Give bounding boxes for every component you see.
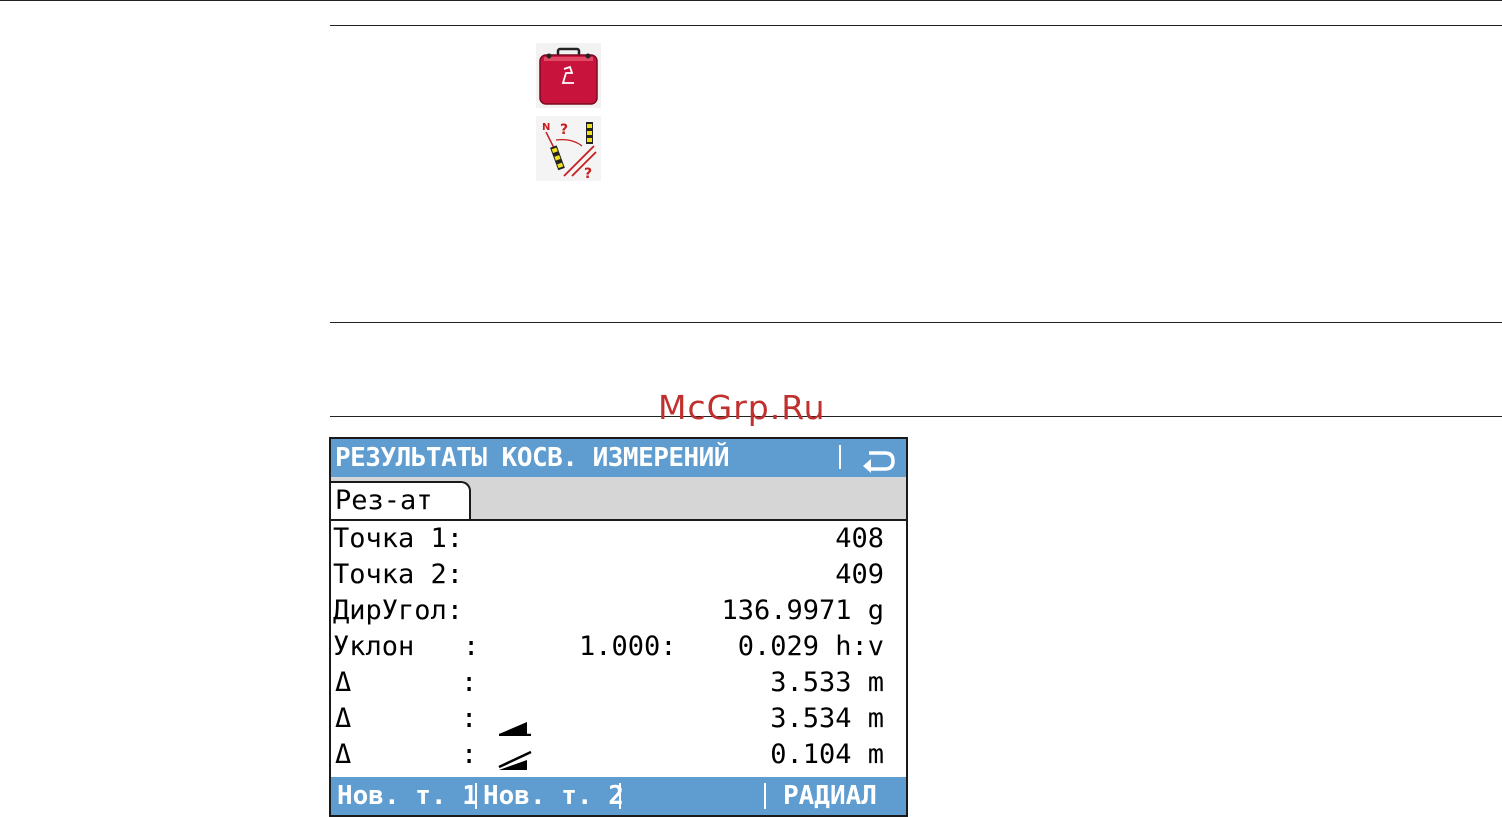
- tab-results[interactable]: Рез-ат: [331, 481, 471, 519]
- softkey-separator: [764, 783, 766, 809]
- softkey-new-point-2[interactable]: Нов. т. 2: [483, 777, 624, 815]
- delta-symbol: Δ: [335, 667, 352, 698]
- section-rule-middle: [330, 322, 1502, 323]
- point1-label: Точка 1:: [333, 523, 464, 554]
- azimuth-value: 136.9971 g: [721, 595, 884, 626]
- top-rule: [0, 0, 1502, 1]
- slope-distance-value: 3.534 m: [770, 703, 884, 734]
- row-height-difference[interactable]: Δ : 0.104 m: [331, 737, 906, 807]
- svg-text:N: N: [542, 122, 550, 133]
- results-list: Точка 1: 408 Точка 2: 409 ДирУгол: 136.9…: [331, 521, 906, 807]
- colon: :: [461, 739, 478, 770]
- slope-distance-icon: [367, 710, 532, 770]
- slope-label: Уклон :: [333, 631, 480, 662]
- instrument-screen: РЕЗУЛЬТАТЫ КОСВ. ИЗМЕРЕНИЙ Рез-ат Точка …: [329, 437, 908, 817]
- svg-text:?: ?: [560, 122, 568, 138]
- slope-value: 0.029 h:v: [737, 631, 884, 662]
- softkey-separator: [619, 783, 621, 809]
- row-slope[interactable]: Уклон : 1.000: 0.029 h:v: [331, 629, 906, 665]
- briefcase-icon: [536, 43, 601, 108]
- row-point2[interactable]: Точка 2: 409: [331, 557, 906, 593]
- softkey-separator: [475, 783, 477, 809]
- height-difference-icon: [367, 746, 532, 807]
- tab-strip: Рез-ат: [331, 477, 906, 521]
- delta-symbol: Δ: [335, 703, 352, 734]
- row-azimuth[interactable]: ДирУгол: 136.9971 g: [331, 593, 906, 629]
- section-rule-lower: [330, 416, 1502, 417]
- watermark: McGrp.Ru: [658, 388, 826, 427]
- section-rule-upper: [330, 25, 1502, 26]
- row-point1[interactable]: Точка 1: 408: [331, 521, 906, 557]
- slope-ratio: 1.000:: [579, 631, 677, 662]
- delta-symbol: Δ: [335, 739, 352, 770]
- horizontal-distance-value: 3.533 m: [770, 667, 884, 698]
- softkey-new-point-1[interactable]: Нов. т. 1: [337, 777, 478, 815]
- title-bar: РЕЗУЛЬТАТЫ КОСВ. ИЗМЕРЕНИЙ: [331, 439, 906, 477]
- softkey-bar: Нов. т. 1 Нов. т. 2 РАДИАЛ: [331, 777, 906, 815]
- point2-value: 409: [835, 559, 884, 590]
- screen-title: РЕЗУЛЬТАТЫ КОСВ. ИЗМЕРЕНИЙ: [335, 443, 730, 473]
- row-horizontal-distance[interactable]: Δ : 3.533 m: [331, 665, 906, 737]
- colon: :: [461, 667, 478, 698]
- height-difference-value: 0.104 m: [770, 739, 884, 770]
- back-icon[interactable]: [861, 446, 897, 473]
- point2-label: Точка 2:: [333, 559, 464, 590]
- row-slope-distance[interactable]: Δ : 3.534 m: [331, 701, 906, 770]
- colon: :: [461, 703, 478, 734]
- softkey-radial[interactable]: РАДИАЛ: [783, 777, 877, 815]
- point1-value: 408: [835, 523, 884, 554]
- title-separator: [839, 445, 841, 469]
- horizontal-distance-icon: [367, 674, 532, 737]
- azimuth-label: ДирУгол:: [333, 595, 464, 626]
- indirect-measurement-icon: N ? ?: [536, 116, 601, 182]
- svg-text:?: ?: [584, 166, 592, 181]
